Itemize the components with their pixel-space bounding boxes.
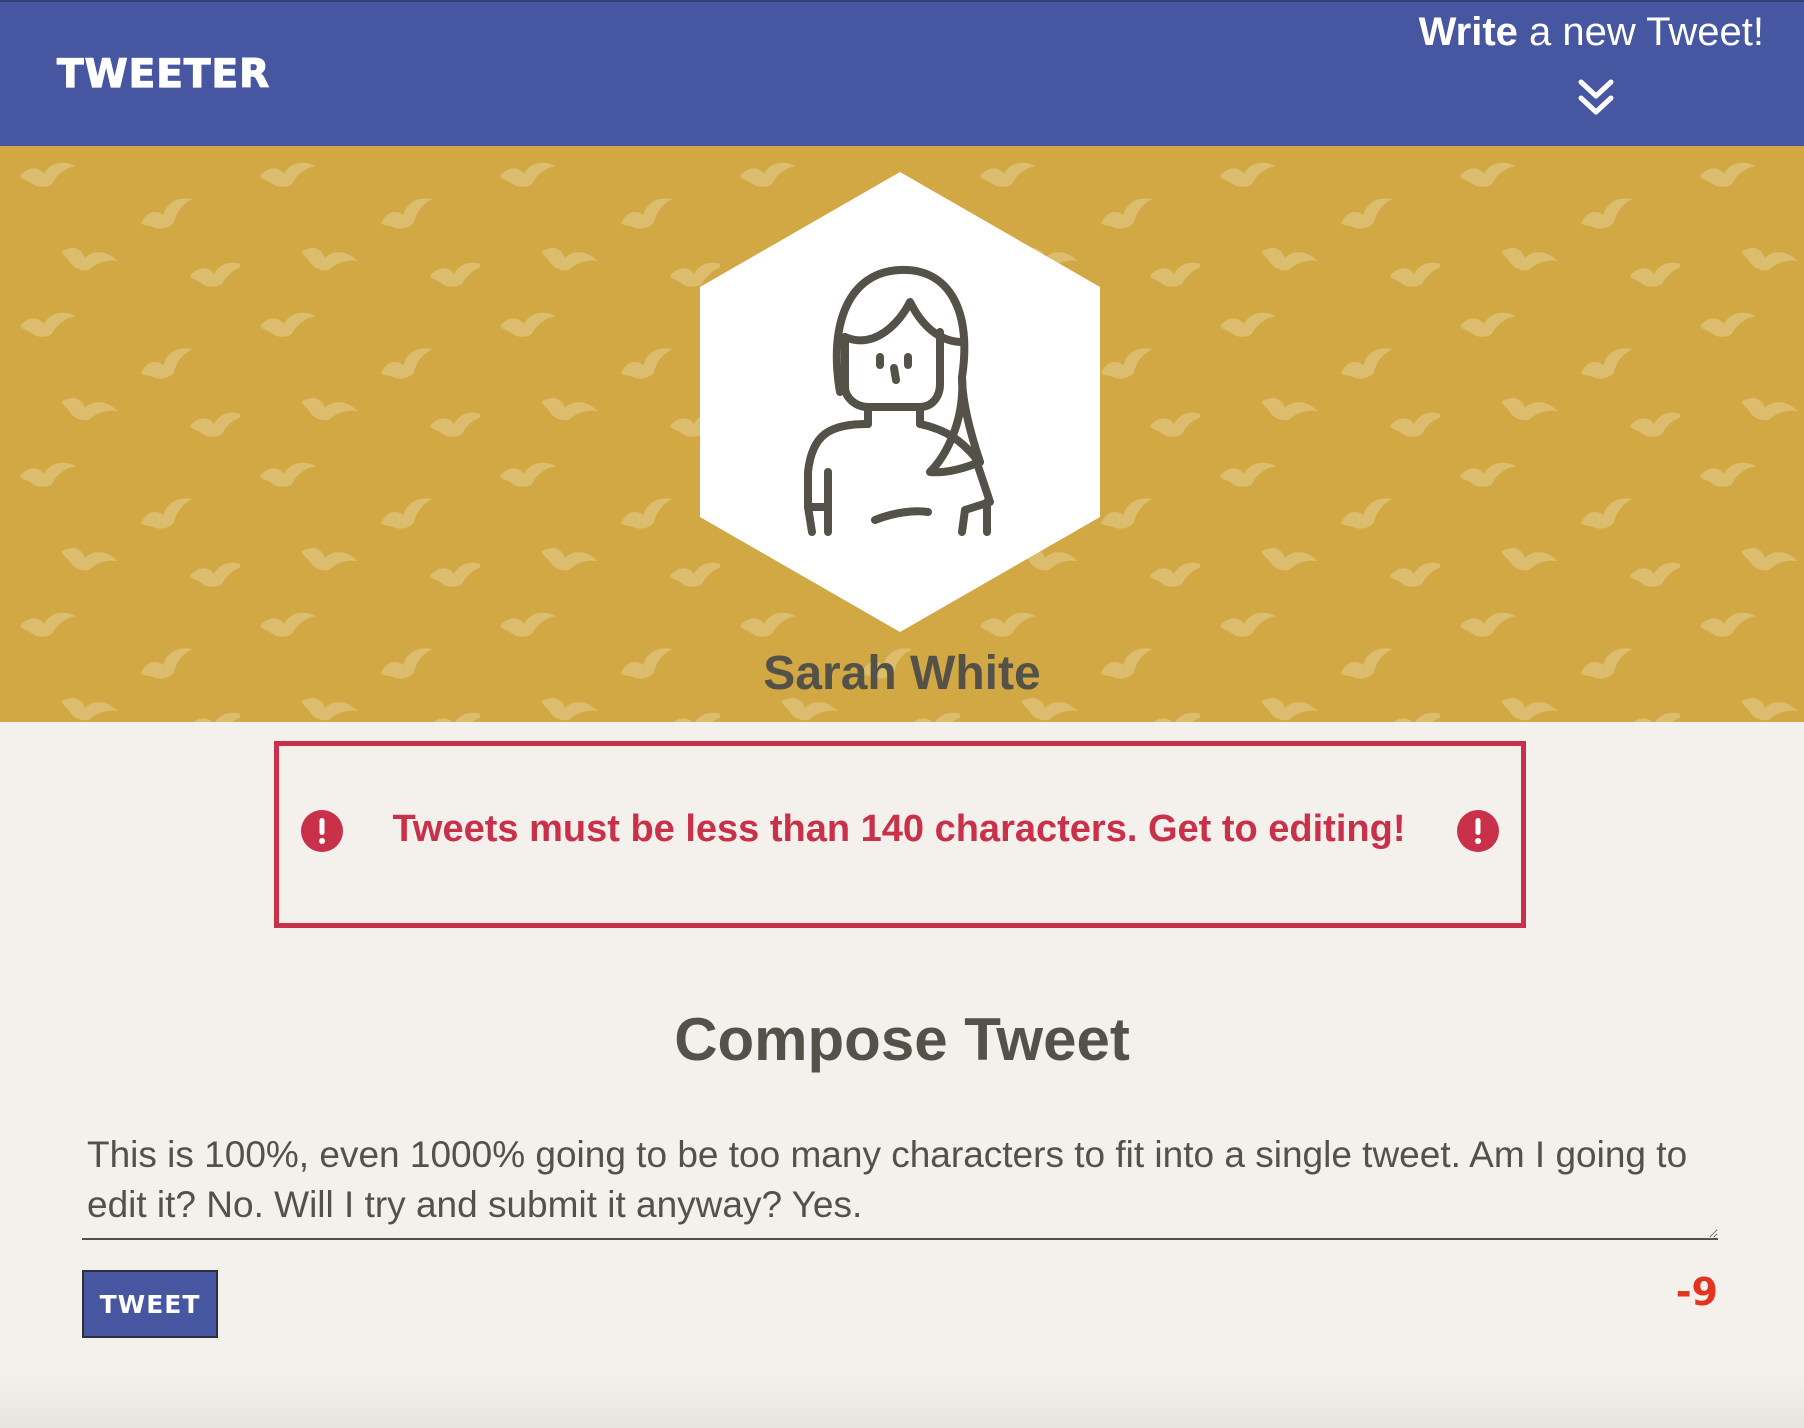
error-message-box: Tweets must be less than 140 characters.… [274,741,1526,928]
write-strong-text: Write [1418,10,1518,54]
tweet-button[interactable]: TWEET [82,1270,218,1338]
user-name: Sarah White [763,647,1041,700]
write-new-tweet-label: Write a new Tweet! [1419,10,1764,55]
brand-logo[interactable]: TWEETER [56,51,270,97]
exclamation-circle-icon [1457,810,1499,852]
exclamation-circle-icon [301,810,343,852]
error-message: Tweets must be less than 140 characters.… [392,808,1406,850]
write-rest-text: a new Tweet! [1517,10,1764,54]
tweet-text-input[interactable]: This is 100%, even 1000% going to be too… [82,1128,1718,1240]
compose-tweet-heading: Compose Tweet [674,1006,1130,1073]
top-nav: TWEETER Write a new Tweet! [0,0,1804,146]
character-counter: -9 [1675,1270,1718,1314]
user-woman-icon [700,172,1100,632]
profile-banner: Sarah White [0,146,1804,722]
double-chevron-down-icon[interactable] [1576,78,1616,118]
bottom-shadow [0,1370,1804,1428]
